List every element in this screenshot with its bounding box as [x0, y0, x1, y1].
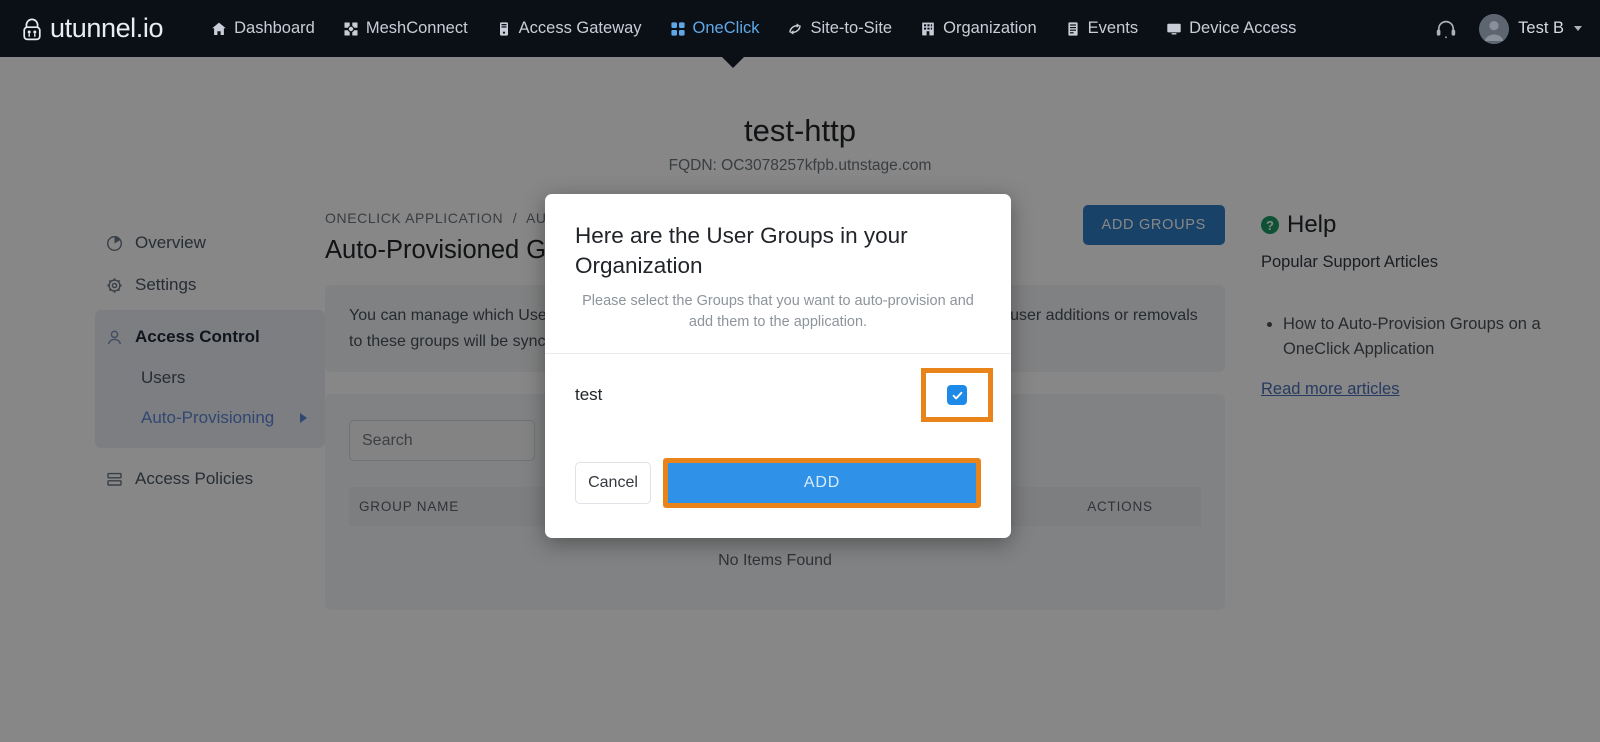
group-name-label: test	[575, 385, 603, 405]
list-item: test	[575, 368, 993, 423]
modal-header: Here are the User Groups in your Organiz…	[545, 194, 1011, 353]
user-name-label: Test B	[1518, 19, 1564, 37]
nav-item-organization[interactable]: Organization	[906, 0, 1051, 57]
add-button-highlight: ADD	[663, 458, 981, 508]
brand-logo-text: utunnel.io	[50, 13, 164, 43]
user-menu[interactable]: Test B	[1479, 13, 1586, 44]
grid-icon	[670, 21, 686, 37]
modal-footer: Cancel ADD	[545, 458, 1011, 538]
checkbox-highlight	[921, 368, 993, 423]
headset-icon[interactable]	[1431, 14, 1461, 44]
primary-nav-items: Dashboard MeshConnect Access Gateway One…	[197, 0, 1310, 57]
home-icon	[211, 21, 227, 37]
select-groups-modal: Here are the User Groups in your Organiz…	[545, 194, 1011, 538]
nav-item-label: Organization	[943, 19, 1037, 37]
nav-item-label: Access Gateway	[518, 19, 642, 37]
group-checkbox[interactable]	[947, 385, 967, 406]
nav-item-label: Device Access	[1189, 19, 1297, 37]
nav-item-label: Site-to-Site	[810, 19, 893, 37]
utunnel-lock-icon	[18, 15, 46, 43]
nav-item-oneclick[interactable]: OneClick	[656, 0, 774, 57]
modal-title: Here are the User Groups in your Organiz…	[575, 223, 908, 279]
nav-item-device-access[interactable]: Device Access	[1152, 0, 1310, 57]
nav-item-label: OneClick	[692, 19, 760, 37]
brand-logo[interactable]: utunnel.io	[18, 13, 164, 44]
modal-subtitle: Please select the Groups that you want t…	[582, 293, 974, 331]
avatar	[1479, 13, 1510, 44]
app-root: utunnel.io Dashboard MeshConnect Access …	[0, 0, 1600, 742]
link-icon	[787, 21, 803, 37]
nav-item-site-to-site[interactable]: Site-to-Site	[773, 0, 906, 57]
nav-item-meshconnect[interactable]: MeshConnect	[329, 0, 482, 57]
nav-right-group: Test B	[1431, 0, 1586, 57]
list-icon	[1065, 21, 1081, 37]
nav-item-events[interactable]: Events	[1051, 0, 1152, 57]
modal-body: test	[545, 354, 1011, 458]
building-icon	[920, 21, 936, 37]
monitor-icon	[1166, 21, 1182, 37]
top-navigation-bar: utunnel.io Dashboard MeshConnect Access …	[0, 0, 1600, 57]
nav-item-label: Dashboard	[234, 19, 315, 37]
nav-item-dashboard[interactable]: Dashboard	[197, 0, 329, 57]
chevron-down-icon	[1574, 26, 1582, 31]
nav-item-access-gateway[interactable]: Access Gateway	[482, 0, 656, 57]
mesh-icon	[343, 21, 359, 37]
nav-item-label: MeshConnect	[365, 19, 468, 37]
add-button[interactable]: ADD	[668, 463, 976, 503]
active-tab-notch	[722, 57, 744, 68]
nav-item-label: Events	[1087, 19, 1139, 37]
server-icon	[496, 21, 512, 37]
cancel-button[interactable]: Cancel	[575, 462, 651, 504]
